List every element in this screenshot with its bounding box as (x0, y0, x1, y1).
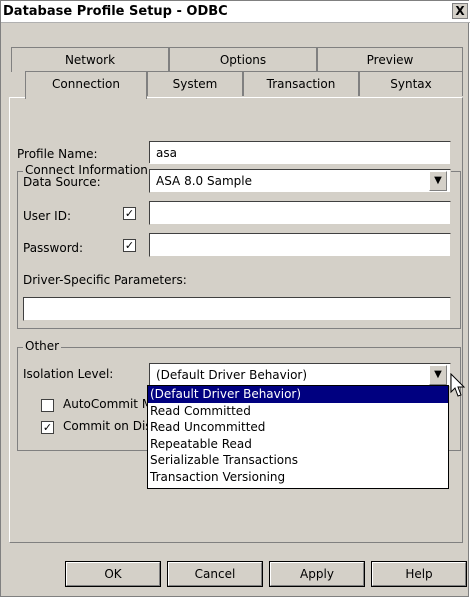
isolation-level-select[interactable]: (Default Driver Behavior) (149, 363, 451, 387)
close-button[interactable]: X (452, 3, 468, 19)
profile-name-input[interactable]: asa (149, 141, 451, 165)
isolation-option[interactable]: (Default Driver Behavior) (148, 386, 448, 403)
isolation-dropdown-button[interactable]: ▼ (429, 365, 447, 385)
profile-setup-dialog: Database Profile Setup - ODBC X Network … (0, 0, 470, 597)
data-source-dropdown-button[interactable]: ▼ (429, 171, 447, 191)
user-id-checkbox[interactable]: ✓ (123, 207, 136, 220)
profile-name-label: Profile Name: (17, 147, 98, 161)
tab-system[interactable]: System (147, 71, 243, 96)
isolation-option[interactable]: Read Committed (148, 403, 448, 420)
isolation-option[interactable]: Read Uncommitted (148, 419, 448, 436)
tab-transaction[interactable]: Transaction (243, 71, 359, 96)
autocommit-label: AutoCommit M (63, 397, 153, 411)
commit-on-disconnect-checkbox[interactable]: ✓ (41, 421, 54, 434)
user-id-input[interactable] (149, 201, 451, 225)
tab-network[interactable]: Network (11, 47, 169, 72)
password-checkbox[interactable]: ✓ (123, 239, 136, 252)
isolation-option[interactable]: Repeatable Read (148, 436, 448, 453)
data-source-label: Data Source: (23, 175, 101, 189)
user-id-label: User ID: (23, 209, 71, 223)
isolation-option[interactable]: Transaction Versioning (148, 469, 448, 486)
title-bar: Database Profile Setup - ODBC X (1, 1, 470, 23)
tab-options[interactable]: Options (169, 47, 317, 72)
isolation-level-label: Isolation Level: (23, 367, 114, 381)
help-button[interactable]: Help (371, 561, 467, 587)
driver-params-input[interactable] (23, 297, 451, 321)
isolation-option[interactable]: Serializable Transactions (148, 452, 448, 469)
ok-button[interactable]: OK (65, 561, 161, 587)
tab-connection[interactable]: Connection (25, 71, 147, 99)
cancel-button[interactable]: Cancel (167, 561, 263, 587)
commit-on-disconnect-label: Commit on Dis (63, 419, 152, 433)
other-title: Other (23, 339, 62, 353)
password-input[interactable] (149, 233, 451, 257)
window-title: Database Profile Setup - ODBC (3, 4, 228, 19)
tab-preview[interactable]: Preview (317, 47, 463, 72)
driver-params-label: Driver-Specific Parameters: (23, 273, 187, 287)
apply-button[interactable]: Apply (269, 561, 365, 587)
password-label: Password: (23, 241, 84, 255)
mouse-cursor-icon (450, 373, 466, 397)
data-source-select[interactable]: ASA 8.0 Sample (149, 169, 451, 193)
isolation-level-dropdown-list: (Default Driver Behavior) Read Committed… (147, 385, 449, 489)
tab-syntax[interactable]: Syntax (359, 71, 463, 96)
autocommit-checkbox[interactable] (41, 399, 54, 412)
